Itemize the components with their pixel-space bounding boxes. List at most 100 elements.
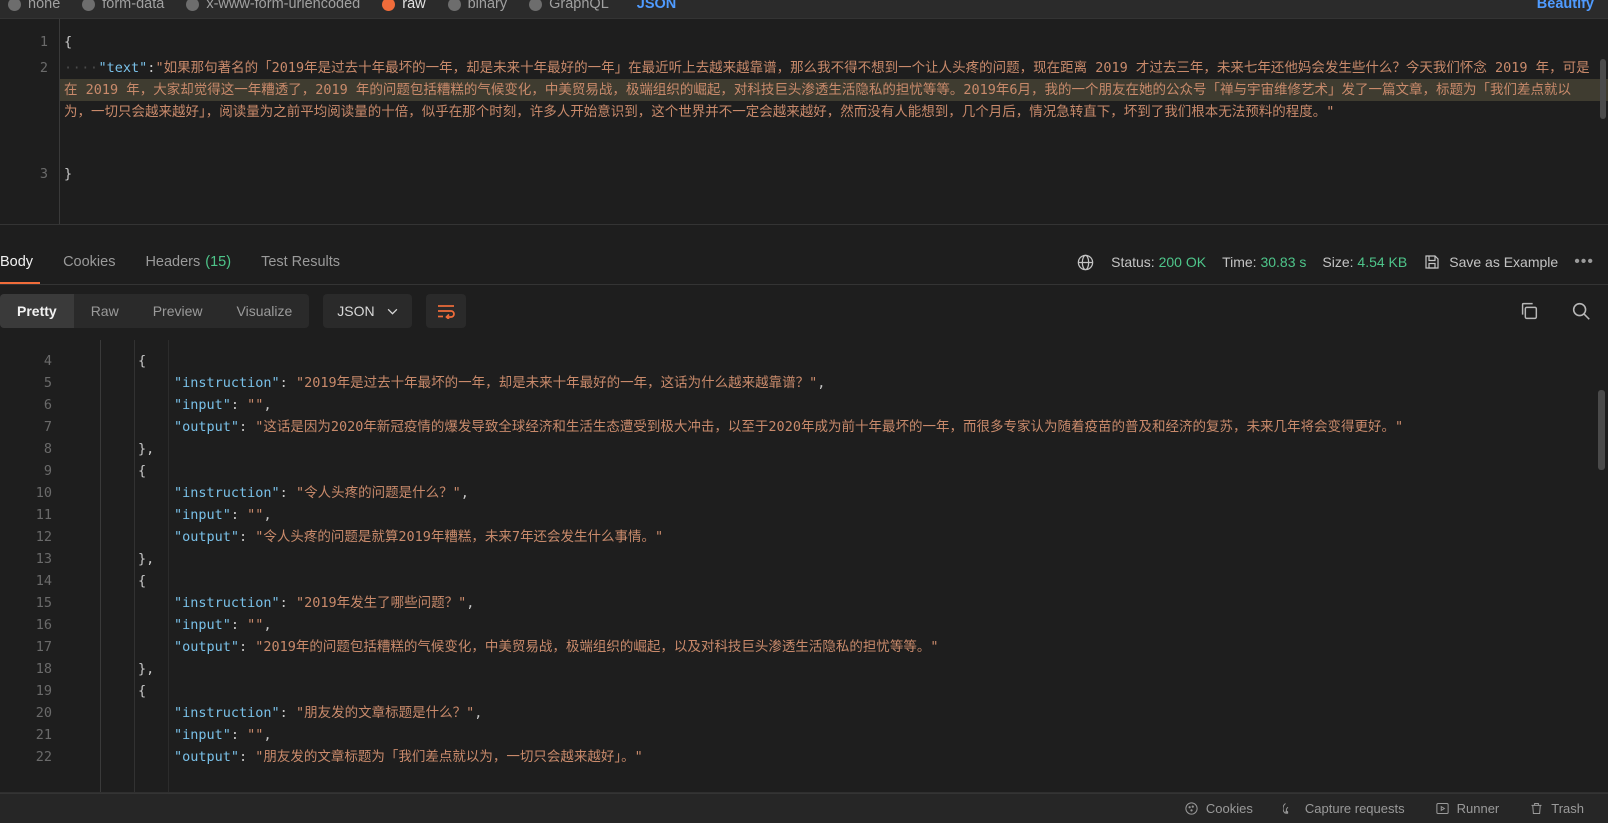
json-brace: {	[138, 353, 147, 369]
time-text: Time:	[1222, 254, 1257, 270]
json-brace: {	[138, 463, 147, 479]
json-comma: ,	[466, 595, 475, 611]
view-mode-visualize[interactable]: Visualize	[220, 294, 310, 328]
wrap-lines-icon	[437, 305, 455, 319]
status-item-label: Runner	[1456, 801, 1500, 816]
status-runner-button[interactable]: Runner	[1435, 801, 1500, 816]
radio-icon	[186, 0, 200, 11]
line-number: 4	[43, 353, 52, 369]
response-meta-bar: Status: 200 OK Time: 30.83 s Size: 4.54 …	[1076, 240, 1594, 284]
request-editor-scrollbar[interactable]	[1600, 59, 1606, 119]
status-trash-button[interactable]: Trash	[1529, 801, 1584, 816]
json-key: "output"	[174, 529, 240, 545]
tab-headers[interactable]: Headers (15)	[130, 240, 246, 284]
json-string-value: "朋友发的文章标题是什么？"	[295, 705, 475, 721]
body-type-label: x-www-form-urlencoded	[206, 0, 361, 12]
size-label: Size: 4.54 KB	[1322, 254, 1407, 270]
body-type-label: binary	[467, 0, 508, 12]
line-number: 16	[35, 617, 52, 633]
body-format-selector[interactable]: JSON	[637, 0, 677, 12]
line-number: 10	[35, 485, 52, 501]
view-mode-pretty[interactable]: Pretty	[0, 294, 74, 328]
globe-icon[interactable]	[1076, 253, 1095, 272]
divider	[0, 224, 1608, 225]
view-mode-group: Pretty Raw Preview Visualize	[0, 294, 310, 328]
body-type-option-form-data[interactable]: form-data	[82, 0, 164, 12]
radio-icon	[82, 0, 96, 11]
json-colon: :	[279, 595, 296, 611]
status-value: 200 OK	[1158, 254, 1207, 270]
line-number: 6	[43, 397, 52, 413]
line-number: 9	[43, 463, 52, 479]
response-code-line: "input": "",	[110, 724, 1594, 746]
search-icon[interactable]	[1570, 300, 1592, 322]
request-body-editor[interactable]: 1 { 2 ····"text":"如果那句著名的「2019年是过去十年最坏的一…	[0, 19, 1608, 224]
body-type-label: raw	[402, 0, 426, 12]
line-number: 5	[43, 375, 52, 391]
tab-test-results[interactable]: Test Results	[246, 240, 355, 284]
line-number: 13	[35, 551, 52, 567]
view-mode-raw[interactable]: Raw	[74, 294, 136, 328]
json-brace: },	[138, 661, 155, 677]
response-format-selector[interactable]: JSON	[323, 294, 412, 328]
status-item-label: Cookies	[1205, 801, 1253, 816]
response-action-icons	[1518, 289, 1592, 333]
json-text-value: "如果那句著名的「2019年是过去十年最坏的一年，却是未来十年最好的一年」在最近…	[64, 60, 1590, 120]
json-colon: :	[239, 529, 256, 545]
json-comma: ,	[474, 705, 483, 721]
json-colon: :	[230, 397, 248, 413]
json-comma: ,	[263, 507, 272, 523]
save-as-example-button[interactable]: Save as Example	[1423, 253, 1558, 271]
json-brace: },	[138, 551, 155, 567]
wrap-lines-button[interactable]	[425, 294, 466, 328]
response-code-line: {	[110, 680, 1594, 702]
body-type-option-binary[interactable]: binary	[447, 0, 508, 12]
line-number: 12	[35, 529, 52, 545]
body-type-option-graphql[interactable]: GraphQL	[529, 0, 609, 12]
tab-body[interactable]: Body	[0, 240, 48, 284]
response-body-viewer[interactable]: 4 {5 "instruction": "2019年是过去十年最坏的一年，却是未来十…	[0, 340, 1608, 792]
line-number: 21	[35, 727, 52, 743]
json-key: "instruction"	[174, 595, 280, 611]
gutter-divider	[100, 340, 101, 792]
radio-icon	[447, 0, 461, 11]
response-code-line: "input": "",	[110, 504, 1594, 526]
json-comma: ,	[460, 485, 469, 501]
response-view-toolbar: Pretty Raw Preview Visualize JSON	[0, 289, 1608, 333]
body-type-label: GraphQL	[549, 0, 609, 12]
json-string-value: "朋友发的文章标题为「我们差点就以为，一切只会越来越好」。"	[255, 749, 643, 765]
json-colon: :	[239, 419, 256, 435]
json-string-value: "令人头疼的问题是什么？"	[295, 485, 461, 501]
status-capture-requests-button[interactable]: Capture requests	[1282, 801, 1405, 816]
response-code-line: {	[110, 460, 1594, 482]
json-key: "input"	[174, 617, 231, 633]
request-line-2: ····"text":"如果那句著名的「2019年是过去十年最坏的一年，却是未来…	[64, 57, 1592, 123]
chevron-down-icon	[387, 308, 397, 315]
tab-cookies[interactable]: Cookies	[48, 240, 130, 284]
response-format-label: JSON	[337, 303, 375, 319]
json-brace: {	[138, 683, 147, 699]
json-key: "output"	[174, 749, 240, 765]
open-brace: {	[64, 34, 73, 50]
status-cookies-button[interactable]: Cookies	[1184, 801, 1253, 816]
json-comma: ,	[263, 397, 272, 413]
json-string-value: "这话是因为2020年新冠疫情的爆发导致全球经济和生活生态遭受到极大冲击，以至于…	[255, 419, 1404, 435]
beautify-button[interactable]: Beautify	[1537, 0, 1594, 18]
response-more-options-button[interactable]: •••	[1574, 253, 1594, 271]
line-number: 3	[39, 166, 48, 182]
line-number: 8	[43, 441, 52, 457]
response-scrollbar[interactable]	[1598, 390, 1605, 470]
view-mode-preview[interactable]: Preview	[136, 294, 220, 328]
close-brace: }	[64, 166, 73, 182]
json-brace: },	[138, 441, 155, 457]
body-type-option-raw[interactable]: raw	[382, 0, 426, 12]
copy-icon[interactable]	[1518, 300, 1540, 322]
body-type-option-urlencoded[interactable]: x-www-form-urlencoded	[186, 0, 360, 12]
status-text: Status:	[1111, 254, 1155, 270]
cookie-icon	[1185, 802, 1198, 815]
body-type-option-none[interactable]: none	[8, 0, 60, 12]
line-number: 17	[35, 639, 52, 655]
json-key: "output"	[174, 639, 240, 655]
tab-label: Cookies	[63, 254, 116, 270]
json-comma: ,	[263, 727, 272, 743]
